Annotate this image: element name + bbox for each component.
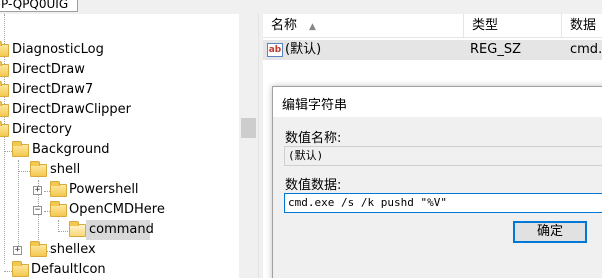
- string-value-icon: ab: [267, 43, 283, 57]
- address-bar[interactable]: P-QPQ0UIG: [0, 0, 78, 12]
- folder-icon: [0, 101, 9, 117]
- folder-icon: [50, 181, 67, 197]
- tree-item-label: OpenCMDHere: [69, 202, 165, 217]
- tree-item-label: Powershell: [69, 182, 139, 197]
- tree-item-label: Background: [32, 142, 110, 157]
- tree-scrollbar[interactable]: [239, 14, 258, 278]
- tree-item-label: DefaultIcon: [31, 262, 106, 277]
- column-header-label: 名称: [271, 18, 298, 33]
- sort-up-icon: ▲: [309, 22, 316, 32]
- folder-icon: [30, 241, 47, 257]
- tree-guide-line: [18, 160, 19, 248]
- collapse-icon[interactable]: −: [33, 206, 42, 215]
- expand-icon[interactable]: +: [13, 246, 22, 255]
- value-data-field[interactable]: cmd.exe /s /k pushd "%V": [284, 193, 602, 213]
- folder-icon: [12, 261, 29, 277]
- column-header-label: 数据: [570, 18, 597, 33]
- folder-icon: [30, 161, 47, 177]
- folder-icon: [0, 81, 9, 97]
- column-header-name[interactable]: 名称 ▲: [263, 14, 464, 38]
- tree-item-label: command: [89, 222, 154, 237]
- ok-button[interactable]: 确定: [513, 221, 587, 243]
- value-name-label: 数值名称:: [285, 131, 342, 146]
- folder-icon: [0, 61, 9, 77]
- table-row[interactable]: ab (默认) REG_SZ cmd.e: [263, 40, 602, 60]
- value-name: (默认): [285, 42, 322, 57]
- tree-item-label: Directory: [12, 122, 72, 137]
- edit-string-dialog: 编辑字符串 数值名称: (默认) 数值数据: cmd.exe /s /k pus…: [272, 86, 602, 278]
- value-data: cmd.e: [570, 42, 602, 57]
- column-header-label: 类型: [472, 18, 499, 33]
- folder-icon: [50, 201, 67, 217]
- value-name-field[interactable]: (默认): [284, 146, 602, 166]
- dialog-title: 编辑字符串: [282, 98, 348, 113]
- expand-icon[interactable]: +: [33, 186, 42, 195]
- tree-item-label: DirectDrawClipper: [12, 102, 132, 117]
- tree-item-label: DirectDraw: [12, 62, 85, 77]
- column-header-data[interactable]: 数据: [562, 14, 602, 38]
- address-strip: P-QPQ0UIG: [0, 0, 602, 14]
- open-folder-icon: [69, 221, 86, 237]
- registry-tree[interactable]: DiagnosticLog DirectDraw DirectDraw7 Dir…: [0, 14, 258, 278]
- value-data-label: 数值数据:: [285, 178, 342, 193]
- value-type: REG_SZ: [470, 42, 521, 57]
- folder-icon: [0, 41, 9, 57]
- tree-item-label: DiagnosticLog: [12, 42, 104, 57]
- tree-item-label: shell: [50, 162, 81, 177]
- folder-icon: [0, 121, 9, 137]
- column-header-type[interactable]: 类型: [464, 14, 562, 38]
- scrollbar-thumb[interactable]: [241, 118, 256, 138]
- folder-icon: [12, 141, 29, 157]
- tree-item-label: shellex: [50, 242, 96, 257]
- dialog-titlebar[interactable]: 编辑字符串: [273, 87, 602, 117]
- tree-item-label: DirectDraw7: [12, 82, 94, 97]
